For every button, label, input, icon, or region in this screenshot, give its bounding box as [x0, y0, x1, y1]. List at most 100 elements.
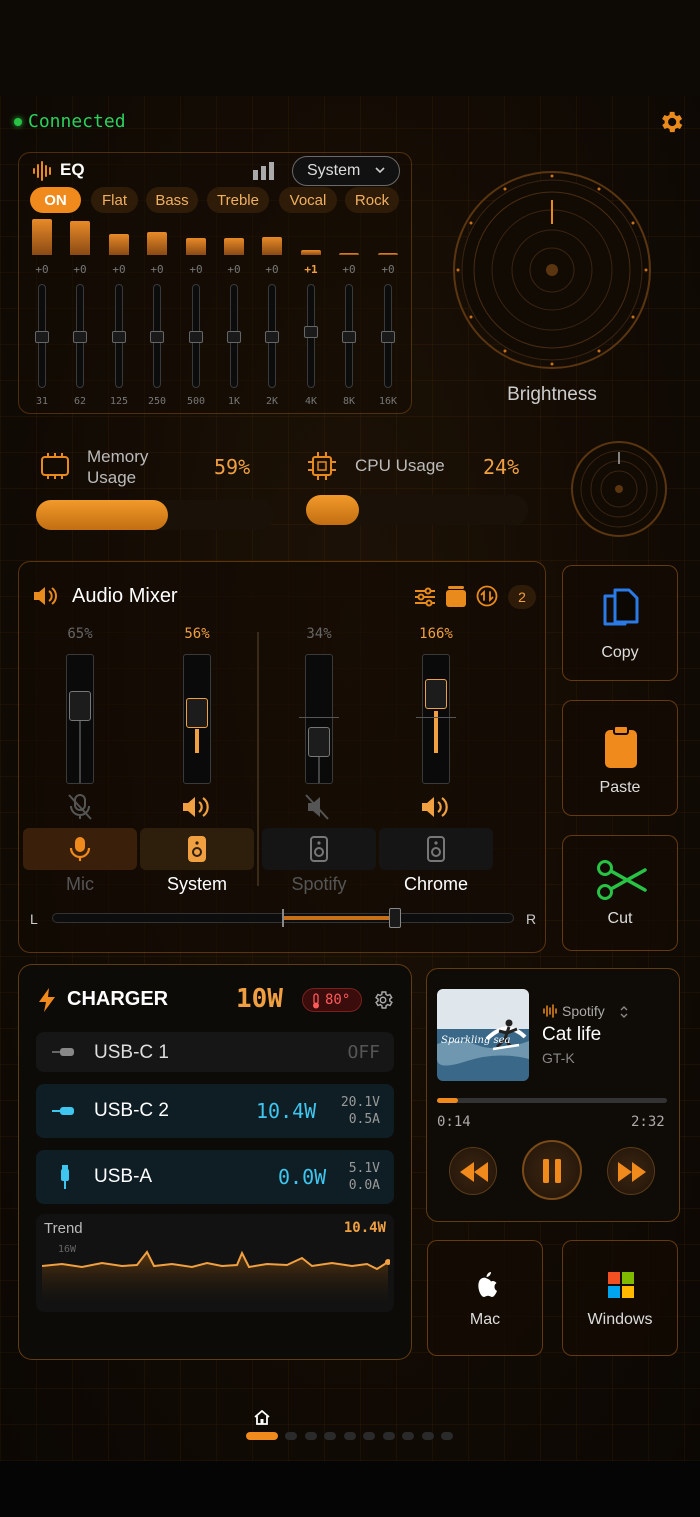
stack-icon[interactable] [445, 584, 467, 608]
cut-button[interactable]: Cut [562, 835, 678, 951]
eq-band-value: +0 [342, 263, 356, 276]
eq-band-knob[interactable] [381, 331, 395, 343]
scissors-icon [597, 860, 647, 900]
eq-level-bar [339, 253, 359, 255]
port-current: 0.5A [348, 1112, 380, 1127]
eq-band-knob[interactable] [189, 331, 203, 343]
eq-preset-on[interactable]: ON [30, 187, 81, 213]
eq-preset-treble[interactable]: Treble [207, 187, 269, 213]
home-icon[interactable] [254, 1410, 270, 1425]
microphone-icon [69, 837, 91, 861]
eq-band-knob[interactable] [73, 331, 87, 343]
copy-label: Copy [601, 644, 639, 661]
eq-level-bar [109, 234, 129, 255]
charger-settings-gear-icon[interactable] [372, 989, 394, 1011]
channel-volume-percent: 166% [419, 626, 453, 642]
channel-unity-mark [416, 717, 456, 718]
port-current: 0.0A [348, 1178, 380, 1193]
clipboard-icon [605, 725, 637, 768]
temperature-value: 80° [325, 992, 351, 1008]
thermometer-icon [313, 993, 319, 1009]
brightness-dial[interactable] [452, 170, 652, 370]
eq-title: EQ [60, 160, 85, 179]
eq-band-knob[interactable] [227, 331, 241, 343]
pause-button[interactable] [522, 1140, 582, 1200]
connection-status-dot [14, 118, 22, 126]
speaker-device-icon [310, 836, 328, 862]
page-dot[interactable] [305, 1432, 317, 1440]
eq-band-frequency: 125 [109, 396, 129, 407]
eq-level-bar [186, 238, 206, 255]
page-dot[interactable] [285, 1432, 297, 1440]
signal-bars-icon[interactable] [252, 162, 276, 180]
windows-button[interactable]: Windows [562, 1240, 678, 1356]
port-voltage-current: 5.1V 0.0A [320, 1160, 380, 1194]
copy-button[interactable]: Copy [562, 565, 678, 681]
eq-preset-flat[interactable]: Flat [91, 187, 138, 213]
speaker-on-icon[interactable] [180, 793, 214, 821]
playback-progress[interactable] [437, 1098, 667, 1103]
eq-band-knob[interactable] [265, 331, 279, 343]
eq-band-knob[interactable] [35, 331, 49, 343]
eq-level-bar [147, 232, 167, 255]
eq-preset-vocal[interactable]: Vocal [279, 187, 337, 213]
page-dot[interactable] [441, 1432, 453, 1440]
player-source: Spotify [562, 1003, 605, 1019]
page-dot[interactable] [344, 1432, 356, 1440]
eq-level-bar [262, 237, 282, 255]
channel-volume-knob[interactable] [308, 727, 330, 757]
channel-volume-knob[interactable] [69, 691, 91, 721]
speaker-on-icon[interactable] [419, 793, 453, 821]
balance-knob[interactable] [389, 908, 401, 928]
rewind-button[interactable] [449, 1147, 497, 1195]
channel-volume-percent: 56% [184, 626, 210, 642]
eq-preset-bass[interactable]: Bass [146, 187, 198, 213]
port-name: USB-A [94, 1166, 153, 1187]
fast-forward-button[interactable] [607, 1147, 655, 1195]
sliders-icon[interactable] [414, 586, 436, 608]
output-device-value: System [307, 162, 361, 179]
usb-c-plug-icon [52, 1048, 74, 1056]
paste-label: Paste [599, 779, 641, 796]
speaker-muted-icon[interactable] [302, 793, 336, 821]
port-voltage: 20.1V [340, 1095, 380, 1110]
swap-icon[interactable] [476, 585, 498, 607]
page-dot[interactable] [324, 1432, 336, 1440]
eq-band-knob[interactable] [150, 331, 164, 343]
eq-band-knob[interactable] [304, 326, 318, 338]
eq-band-knob[interactable] [342, 331, 356, 343]
balance-left-label: L [30, 911, 38, 927]
settings-gear-icon[interactable] [657, 108, 685, 136]
eq-preset-rock[interactable]: Rock [345, 187, 399, 213]
pause-icon [543, 1159, 561, 1183]
channel-volume-knob[interactable] [186, 698, 208, 728]
page-dot[interactable] [402, 1432, 414, 1440]
usb-a-plug-icon [61, 1165, 69, 1189]
mic-muted-icon[interactable] [63, 793, 97, 821]
elapsed-time: 0:14 [437, 1114, 471, 1130]
channel-unity-mark [299, 717, 339, 718]
page-dot-active[interactable] [246, 1432, 278, 1440]
output-device-select[interactable]: System [292, 156, 400, 186]
channel-name: Mic [66, 874, 94, 894]
speaker-icon [34, 587, 57, 605]
page-dot[interactable] [383, 1432, 395, 1440]
eq-band-value: +0 [265, 263, 279, 276]
mac-button[interactable]: Mac [427, 1240, 543, 1356]
channel-volume-percent: 34% [306, 626, 332, 642]
paste-button[interactable]: Paste [562, 700, 678, 816]
eq-band-knob[interactable] [112, 331, 126, 343]
eq-band-frequency: 500 [186, 396, 206, 407]
volume-dial[interactable] [570, 440, 668, 538]
page-dot[interactable] [422, 1432, 434, 1440]
fast-forward-icon [618, 1162, 646, 1182]
port-voltage: 5.1V [348, 1161, 380, 1176]
eq-band-frequency: 31 [35, 396, 49, 407]
brightness-label: Brightness [507, 384, 597, 405]
channel-volume-knob[interactable] [425, 679, 447, 709]
eq-level-bar [32, 219, 52, 255]
balance-fill [283, 916, 395, 920]
temperature-badge: 80° [302, 988, 362, 1012]
chevron-updown-icon[interactable] [619, 1005, 629, 1019]
page-dot[interactable] [363, 1432, 375, 1440]
